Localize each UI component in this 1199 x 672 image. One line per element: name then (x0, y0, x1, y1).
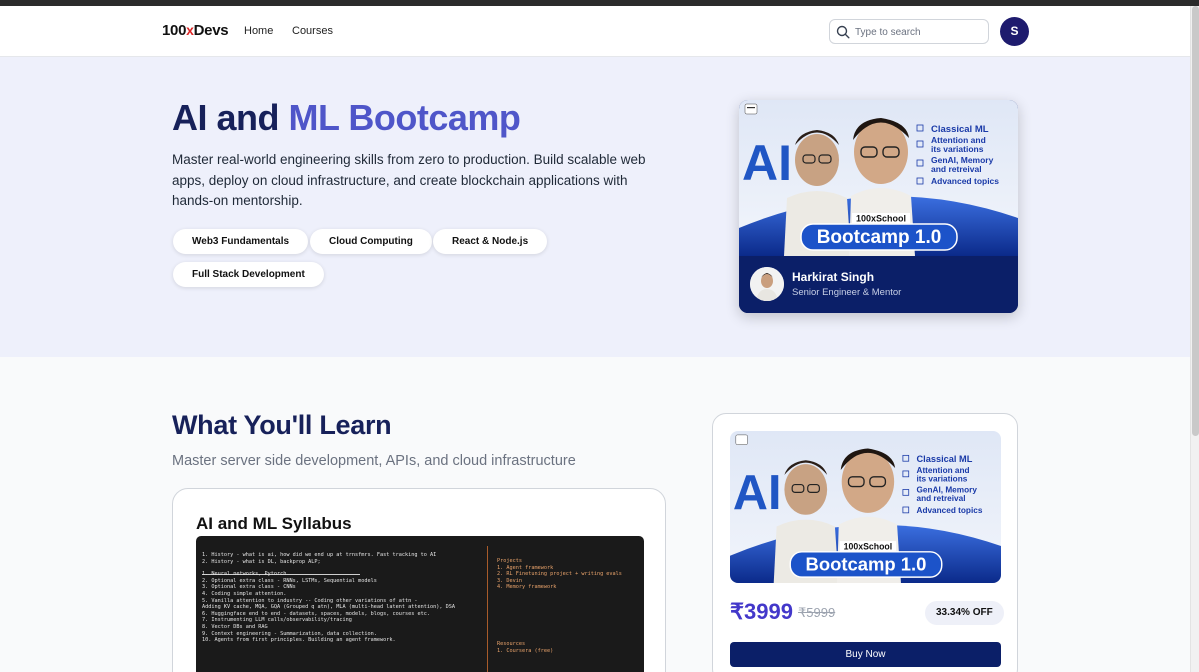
svg-text:and retreival: and retreival (916, 494, 965, 503)
topic-line: 6. Huggingface end to end - datasets, sp… (202, 610, 430, 617)
history-line: 1. History - what is ai, how did we end … (202, 552, 437, 558)
resources-heading: Resources (497, 640, 526, 647)
logo-x: x (186, 22, 194, 38)
project-line: 4. Memory framework (497, 584, 557, 591)
section-subtitle: Master server side development, APIs, an… (172, 453, 576, 469)
history-line: 2. History - what is DL, backprop ALP; (202, 558, 321, 565)
syllabus-title: AI and ML Syllabus (196, 514, 352, 533)
pricing-thumbnail-art: AI Classical ML Attention and its variat… (730, 431, 1001, 583)
thumb-topic-1: Classical ML (931, 124, 989, 135)
syllabus-card: AI and ML Syllabus 1. History - what is … (172, 488, 666, 672)
section-title: What You'll Learn (172, 410, 392, 440)
search-box[interactable] (829, 19, 989, 44)
instructor-name: Harkirat Singh (792, 270, 875, 284)
thumb-topic-4: Advanced topics (931, 176, 999, 186)
price-thumb-topic-1: Classical ML (916, 454, 972, 464)
tag-react-node[interactable]: React & Node.js (433, 229, 548, 254)
scrollbar-thumb[interactable] (1192, 6, 1199, 436)
price-thumb-big-text: AI (733, 466, 782, 520)
topic-line: 2. Optional extra class - RNNs, LSTMs, S… (202, 577, 377, 584)
buy-now-button[interactable]: Buy Now (730, 642, 1001, 667)
user-avatar-button[interactable]: S (1000, 17, 1029, 46)
logo-suffix: Devs (193, 22, 229, 39)
price-thumb-school: 100xSchool (844, 541, 893, 551)
svg-text:GenAI, Memory: GenAI, Memory (916, 485, 977, 494)
svg-text:its variations: its variations (931, 144, 984, 154)
syllabus-board-image: 1. History - what is ai, how did we end … (196, 536, 644, 672)
svg-text:and retreival: and retreival (931, 164, 982, 174)
original-price: ₹5999 (798, 605, 836, 620)
title-part-3: Bootcamp (348, 97, 521, 138)
price-thumb-topic-4: Advanced topics (916, 506, 982, 515)
board-divider (487, 546, 488, 672)
search-input[interactable] (855, 24, 983, 40)
title-part-1: AI and (172, 97, 280, 138)
instructor-avatar (750, 267, 784, 301)
course-thumbnail: AI Classical ML Attention and its variat… (739, 100, 1018, 256)
discount-badge: 33.34% OFF (925, 601, 1004, 625)
topic-line: 1. Neural networks, Pytorch (202, 571, 287, 578)
topic-line: 10. Agents from first principles. Buildi… (202, 637, 396, 644)
course-preview-card[interactable]: AI Classical ML Attention and its variat… (739, 100, 1018, 313)
logo[interactable]: 100xDevs (162, 22, 229, 39)
topic-line: 5. Vanilla attention to industry -- Codi… (202, 597, 418, 604)
project-line: 2. RL Finetuning project + writing evals (497, 571, 622, 578)
pricing-thumbnail: AI Classical ML Attention and its variat… (730, 431, 1001, 583)
hero-description: Master real-world engineering skills fro… (172, 152, 646, 208)
topic-line: Adding KV cache, MQA, GQA (Grouped q atn… (202, 604, 455, 611)
instructor-bar: Harkirat Singh Senior Engineer & Mentor (739, 256, 1018, 313)
syllabus-topics-column: 1. History - what is ai, how did we end … (202, 552, 487, 644)
topic-line: 4. Coding simple attention. (202, 590, 287, 597)
tag-cloud-computing[interactable]: Cloud Computing (310, 229, 432, 254)
navbar: 100xDevs Home Courses S (0, 6, 1190, 57)
instructor-role: Senior Engineer & Mentor (792, 287, 902, 298)
page-title: AI and ML Bootcamp (172, 97, 521, 139)
page-scrollbar[interactable] (1190, 6, 1199, 672)
tag-web3-fundamentals[interactable]: Web3 Fundamentals (173, 229, 309, 254)
nav-home-link[interactable]: Home (244, 25, 273, 37)
tag-full-stack-development[interactable]: Full Stack Development (173, 262, 324, 287)
syllabus-projects-column: Projects 1. Agent framework 2. RL Finetu… (497, 558, 637, 654)
logo-prefix: 100 (162, 22, 187, 39)
search-icon (836, 25, 850, 39)
title-part-2: ML (288, 97, 340, 138)
svg-text:Attention and: Attention and (916, 466, 969, 475)
hero-section: AI and ML Bootcamp Master real-world eng… (0, 57, 1190, 357)
svg-text:its variations: its variations (916, 475, 967, 484)
thumb-school: 100xSchool (856, 214, 906, 224)
price-thumb-bootcamp: Bootcamp 1.0 (806, 553, 927, 574)
resource-line: 1. Coursera (free) (497, 647, 554, 654)
project-line: 1. Agent framework (497, 564, 554, 571)
topic-line: 7. Instrumenting LLM calls/observability… (202, 617, 352, 624)
project-line: 3. Devin (497, 577, 522, 584)
thumb-big-text: AI (742, 135, 792, 191)
topic-line: 3. Optional extra class - CNNs (202, 584, 296, 591)
topic-line: 9. Context engineering - Summarization, … (202, 630, 377, 637)
topic-line: 8. Vector DBs and RAG (202, 623, 268, 630)
pricing-card: AI Classical ML Attention and its variat… (712, 413, 1018, 672)
projects-heading: Projects (497, 558, 522, 564)
nav-courses-link[interactable]: Courses (292, 25, 333, 37)
thumbnail-art: AI Classical ML Attention and its variat… (739, 100, 1018, 256)
thumb-bootcamp: Bootcamp 1.0 (817, 227, 942, 248)
current-price: ₹3999 (730, 599, 793, 624)
